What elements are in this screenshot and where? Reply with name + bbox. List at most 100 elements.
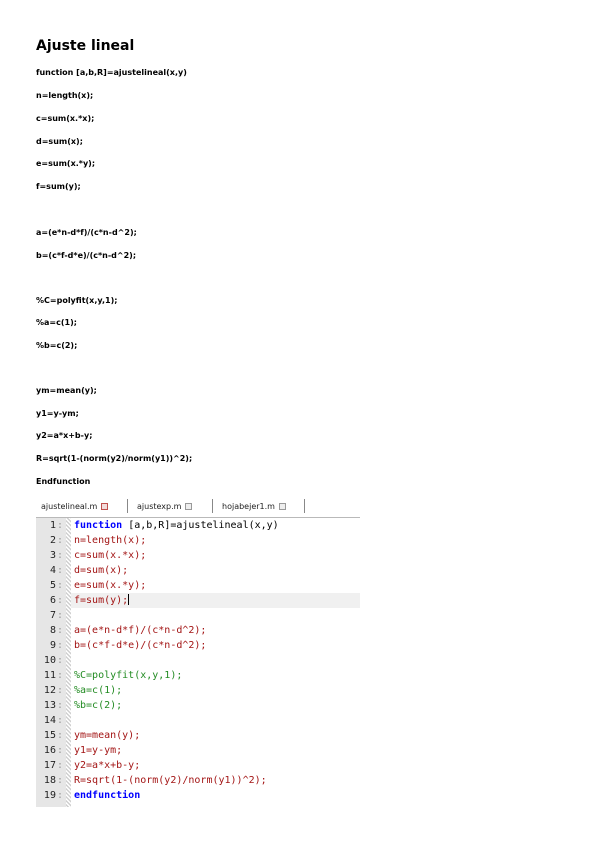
line-number: 17 bbox=[36, 758, 63, 773]
code-text: f=sum(y); bbox=[74, 593, 130, 608]
tab-ajustexp[interactable]: ajustexp.m bbox=[137, 498, 193, 516]
doc-line: a=(e*n-d*f)/(c*n-d^2); bbox=[36, 228, 137, 237]
line-number: 11 bbox=[36, 668, 63, 683]
line-number: 10 bbox=[36, 653, 63, 668]
code-token: d=sum(x); bbox=[74, 565, 129, 576]
code-line[interactable]: 12%a=c(1); bbox=[44, 683, 395, 698]
doc-line: R=sqrt(1-(norm(y2)/norm(y1))^2); bbox=[36, 454, 193, 463]
code-line[interactable]: 1function [a,b,R]=ajustelineal(x,y) bbox=[50, 518, 395, 533]
doc-line: function [a,b,R]=ajustelineal(x,y) bbox=[36, 68, 187, 77]
line-number: 19 bbox=[36, 788, 63, 803]
line-number: 6 bbox=[36, 593, 63, 608]
comment-token: %b=c(2); bbox=[74, 700, 123, 711]
code-line[interactable]: 2n=length(x); bbox=[50, 533, 395, 548]
code-text: endfunction bbox=[74, 788, 140, 803]
code-editor-screenshot: ajustelineal.m ajustexp.m hojabejer1.m 1… bbox=[36, 495, 360, 807]
editor-tab-bar: ajustelineal.m ajustexp.m hojabejer1.m bbox=[36, 495, 360, 518]
line-number: 18 bbox=[36, 773, 63, 788]
doc-line: %a=c(1); bbox=[36, 318, 77, 327]
comment-token: %C=polyfit(x,y,1); bbox=[74, 670, 183, 681]
doc-line: c=sum(x.*x); bbox=[36, 114, 95, 123]
doc-line: ym=mean(y); bbox=[36, 386, 97, 395]
code-line[interactable]: 18R=sqrt(1-(norm(y2)/norm(y1))^2); bbox=[44, 773, 395, 788]
doc-line: n=length(x); bbox=[36, 91, 94, 100]
text-caret bbox=[128, 594, 130, 605]
code-line[interactable]: 4d=sum(x); bbox=[50, 563, 395, 578]
doc-line: y2=a*x+b-y; bbox=[36, 431, 93, 440]
code-text: %b=c(2); bbox=[74, 698, 122, 713]
code-text: ym=mean(y); bbox=[74, 728, 140, 743]
line-number: 13 bbox=[36, 698, 63, 713]
code-token: y1=y-ym; bbox=[74, 745, 123, 756]
code-token: [a,b,R]=ajustelineal(x,y) bbox=[122, 520, 279, 531]
code-line[interactable]: 8a=(e*n-d*f)/(c*n-d^2); bbox=[50, 623, 395, 638]
line-number: 4 bbox=[36, 563, 63, 578]
comment-token: %a=c(1); bbox=[74, 685, 123, 696]
tab-hojabejer1[interactable]: hojabejer1.m bbox=[222, 498, 286, 516]
code-line[interactable]: 15ym=mean(y); bbox=[44, 728, 395, 743]
line-number: 16 bbox=[36, 743, 63, 758]
doc-line: f=sum(y); bbox=[36, 182, 81, 191]
code-line[interactable]: 9b=(c*f-d*e)/(c*n-d^2); bbox=[50, 638, 395, 653]
close-icon[interactable] bbox=[278, 503, 286, 510]
doc-line: %C=polyfit(x,y,1); bbox=[36, 296, 118, 305]
code-line[interactable]: 10 bbox=[44, 653, 395, 668]
line-number: 15 bbox=[36, 728, 63, 743]
close-icon[interactable] bbox=[101, 503, 109, 510]
code-line[interactable]: 13%b=c(2); bbox=[44, 698, 395, 713]
code-text: d=sum(x); bbox=[74, 563, 128, 578]
code-text: R=sqrt(1-(norm(y2)/norm(y1))^2); bbox=[74, 773, 267, 788]
code-token: b=(c*f-d*e)/(c*n-d^2); bbox=[74, 640, 207, 651]
code-line[interactable]: 7 bbox=[50, 608, 395, 623]
tab-ajustelineal[interactable]: ajustelineal.m bbox=[41, 498, 109, 516]
doc-line: %b=c(2); bbox=[36, 341, 78, 350]
code-text: c=sum(x.*x); bbox=[74, 548, 146, 563]
code-text: y2=a*x+b-y; bbox=[74, 758, 140, 773]
code-token: a=(e*n-d*f)/(c*n-d^2); bbox=[74, 625, 207, 636]
code-line[interactable]: 5e=sum(x.*y); bbox=[50, 578, 395, 593]
line-number: 8 bbox=[36, 623, 63, 638]
keyword-token: endfunction bbox=[74, 790, 141, 801]
code-line[interactable]: 14 bbox=[44, 713, 395, 728]
code-area[interactable]: 1function [a,b,R]=ajustelineal(x,y)2n=le… bbox=[44, 518, 360, 807]
code-token: n=length(x); bbox=[74, 535, 147, 546]
code-token: ym=mean(y); bbox=[74, 730, 141, 741]
tab-divider bbox=[212, 499, 213, 513]
line-number: 3 bbox=[36, 548, 63, 563]
code-token: y2=a*x+b-y; bbox=[74, 760, 141, 771]
line-number: 2 bbox=[36, 533, 63, 548]
code-line[interactable]: 16y1=y-ym; bbox=[44, 743, 395, 758]
doc-line: b=(c*f-d*e)/(c*n-d^2); bbox=[36, 251, 137, 260]
tab-label: hojabejer1.m bbox=[222, 502, 275, 511]
tab-divider bbox=[127, 499, 128, 513]
line-number: 7 bbox=[36, 608, 63, 623]
line-number: 9 bbox=[36, 638, 63, 653]
code-line[interactable]: 11%C=polyfit(x,y,1); bbox=[44, 668, 395, 683]
close-icon[interactable] bbox=[185, 503, 193, 510]
code-text: a=(e*n-d*f)/(c*n-d^2); bbox=[74, 623, 206, 638]
doc-line: y1=y-ym; bbox=[36, 409, 79, 418]
code-text: y1=y-ym; bbox=[74, 743, 122, 758]
code-line[interactable]: 19endfunction bbox=[44, 788, 395, 803]
code-line[interactable]: 17y2=a*x+b-y; bbox=[44, 758, 395, 773]
keyword-token: function bbox=[74, 520, 123, 531]
line-number: 1 bbox=[36, 518, 63, 533]
tab-label: ajustelineal.m bbox=[41, 502, 98, 511]
code-token: e=sum(x.*y); bbox=[74, 580, 147, 591]
tab-divider bbox=[304, 499, 305, 513]
document-title: Ajuste lineal bbox=[36, 38, 135, 54]
line-number: 14 bbox=[36, 713, 63, 728]
line-number: 12 bbox=[36, 683, 63, 698]
code-text: %C=polyfit(x,y,1); bbox=[74, 668, 182, 683]
tab-label: ajustexp.m bbox=[137, 502, 182, 511]
code-token: c=sum(x.*x); bbox=[74, 550, 147, 561]
code-line[interactable]: 3c=sum(x.*x); bbox=[50, 548, 395, 563]
code-line[interactable]: 6f=sum(y); bbox=[50, 593, 395, 608]
doc-line: d=sum(x); bbox=[36, 137, 83, 146]
code-text: e=sum(x.*y); bbox=[74, 578, 146, 593]
code-text: b=(c*f-d*e)/(c*n-d^2); bbox=[74, 638, 206, 653]
code-text: %a=c(1); bbox=[74, 683, 122, 698]
doc-line: Endfunction bbox=[36, 477, 91, 486]
code-text: function [a,b,R]=ajustelineal(x,y) bbox=[74, 518, 279, 533]
doc-line: e=sum(x.*y); bbox=[36, 159, 96, 168]
